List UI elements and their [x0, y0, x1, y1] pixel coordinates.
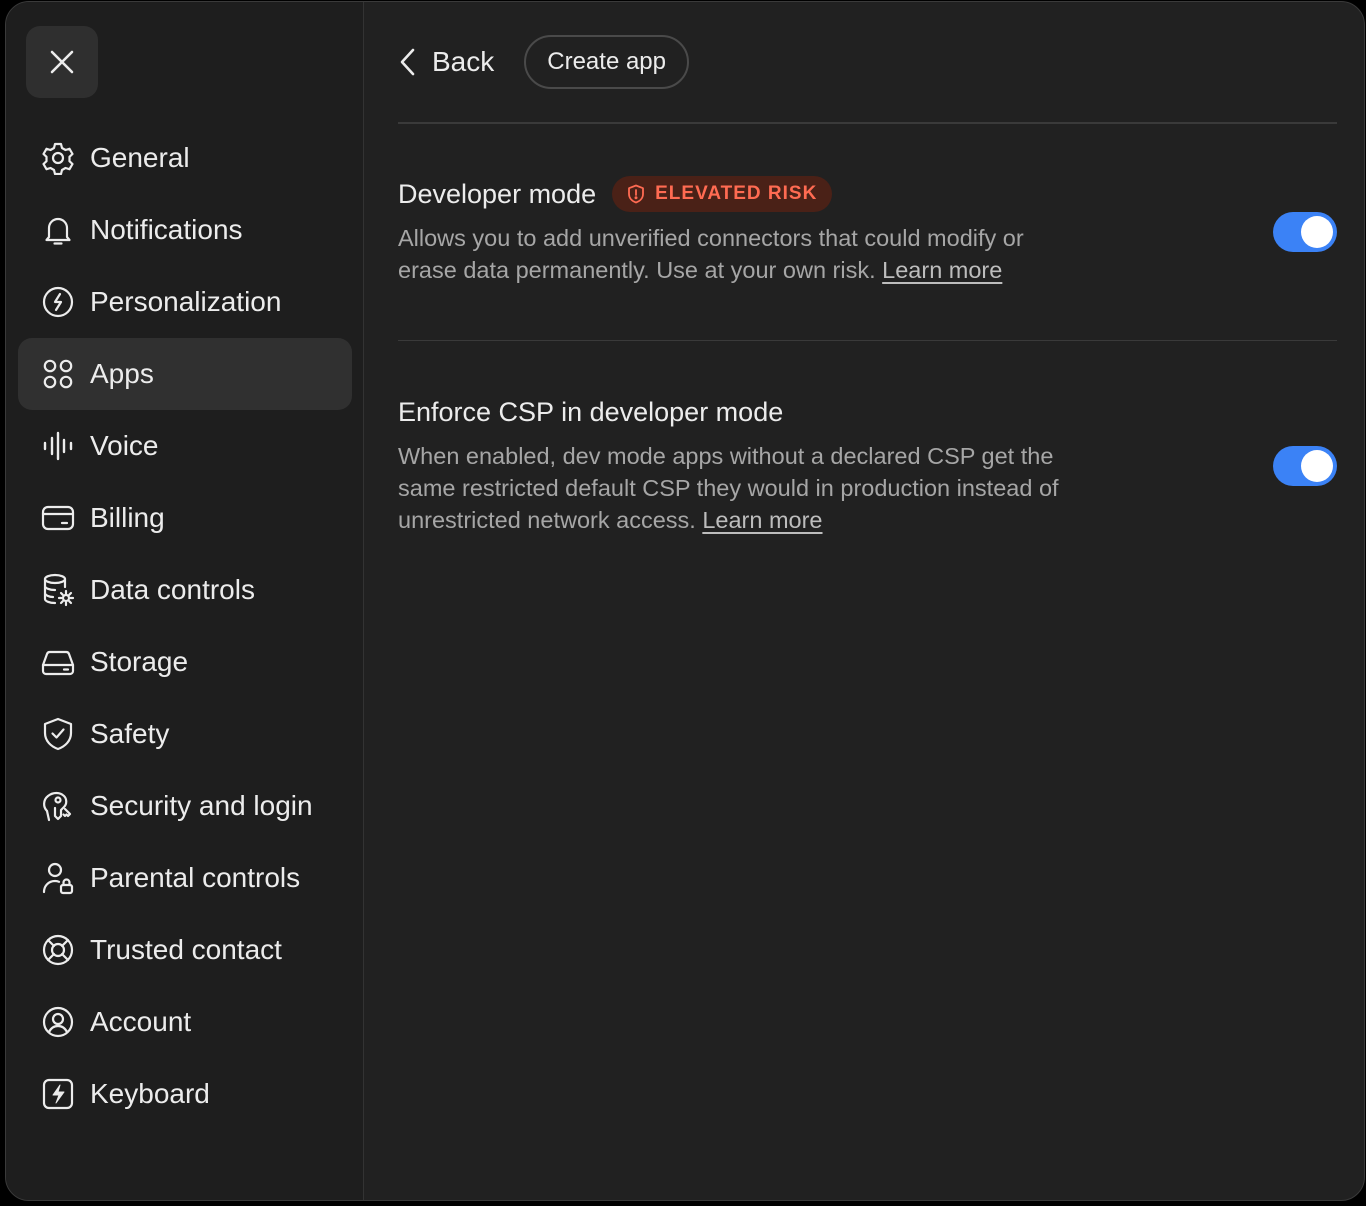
sidebar-item-label: Parental controls [90, 862, 301, 893]
keyboard-bolt-icon [40, 1076, 76, 1112]
apps-settings-panel: Back Create app Developer mode ELEVATED … [364, 2, 1364, 1200]
storage-drive-icon [40, 644, 76, 680]
sidebar-item-label: Storage [90, 646, 189, 677]
back-button[interactable]: Back [398, 34, 494, 90]
section-divider [398, 340, 1337, 341]
sidebar-item-keyboard[interactable]: Keyboard [18, 1058, 352, 1130]
sidebar-item-label: Safety [90, 718, 170, 749]
close-button[interactable] [26, 26, 98, 98]
parental-lock-icon [40, 860, 76, 896]
settings-window: General Notifications Personalization Ap… [5, 1, 1365, 1201]
setting-title: Developer mode [398, 178, 597, 209]
create-app-button[interactable]: Create app [524, 35, 689, 89]
sidebar-item-data-controls[interactable]: Data controls [18, 554, 352, 626]
risk-shield-icon [628, 184, 645, 204]
sidebar-item-label: Security and login [90, 790, 313, 821]
settings-sidebar: General Notifications Personalization Ap… [6, 2, 364, 1200]
database-gear-icon [40, 572, 76, 608]
shield-check-icon [40, 716, 76, 752]
sidebar-item-label: Data controls [90, 574, 255, 605]
badge-label: ELEVATED RISK [655, 183, 818, 204]
sidebar-item-label: Keyboard [90, 1078, 210, 1109]
sidebar-item-general[interactable]: General [18, 122, 352, 194]
back-label: Back [432, 46, 495, 77]
enforce-csp-setting: Enforce CSP in developer mode When enabl… [398, 392, 1337, 536]
voice-waveform-icon [40, 428, 76, 464]
close-icon [50, 50, 74, 74]
setting-title: Enforce CSP in developer mode [398, 396, 784, 427]
sidebar-item-label: Notifications [90, 214, 243, 245]
sidebar-item-personalization[interactable]: Personalization [18, 266, 352, 338]
sidebar-item-safety[interactable]: Safety [18, 698, 352, 770]
toggle-knob [1301, 450, 1333, 482]
toggle-knob [1301, 216, 1333, 248]
personalization-icon [40, 284, 76, 320]
sidebar-item-label: Apps [90, 358, 154, 389]
developer-mode-toggle[interactable] [1273, 212, 1337, 252]
developer-mode-setting: Developer mode ELEVATED RISK Allows you … [398, 174, 1337, 286]
sidebar-item-label: Account [90, 1006, 192, 1037]
security-icon [40, 788, 76, 824]
gear-icon [40, 140, 76, 176]
sidebar-item-label: Billing [90, 502, 165, 533]
bell-icon [40, 212, 76, 248]
sidebar-item-trusted-contact[interactable]: Trusted contact [18, 914, 352, 986]
account-icon [40, 1004, 76, 1040]
sidebar-item-notifications[interactable]: Notifications [18, 194, 352, 266]
lifebuoy-icon [40, 932, 76, 968]
credit-card-icon [40, 500, 76, 536]
learn-more-link[interactable]: Learn more [882, 257, 1002, 283]
header-divider [398, 122, 1337, 124]
sidebar-item-billing[interactable]: Billing [18, 482, 352, 554]
elevated-risk-badge: ELEVATED RISK [612, 176, 833, 212]
sidebar-item-apps[interactable]: Apps [18, 338, 352, 410]
sidebar-item-label: Personalization [90, 286, 282, 317]
panel-header: Back Create app [398, 32, 689, 92]
sidebar-item-label: General [90, 142, 190, 173]
sidebar-item-storage[interactable]: Storage [18, 626, 352, 698]
sidebar-item-account[interactable]: Account [18, 986, 352, 1058]
sidebar-item-label: Trusted contact [90, 934, 282, 965]
settings-nav: General Notifications Personalization Ap… [18, 122, 352, 1130]
apps-grid-icon [40, 356, 76, 392]
enforce-csp-toggle[interactable] [1273, 446, 1337, 486]
chevron-left-icon [400, 48, 415, 76]
learn-more-link[interactable]: Learn more [702, 507, 822, 533]
sidebar-item-security-and-login[interactable]: Security and login [18, 770, 352, 842]
sidebar-item-label: Voice [90, 430, 159, 461]
sidebar-item-parental-controls[interactable]: Parental controls [18, 842, 352, 914]
sidebar-item-voice[interactable]: Voice [18, 410, 352, 482]
